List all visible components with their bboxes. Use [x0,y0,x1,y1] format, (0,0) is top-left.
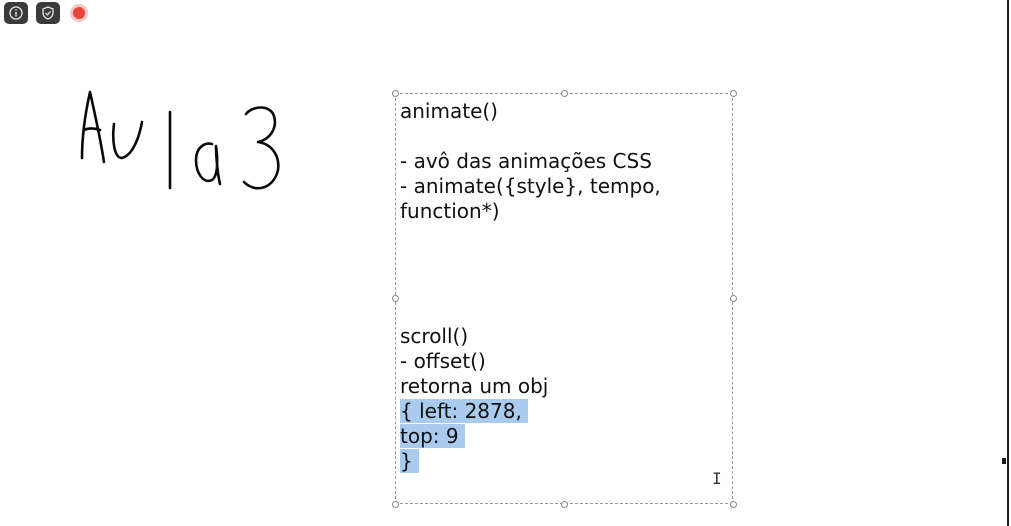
selection-highlight: top: 9 [400,424,465,448]
resize-handle-top-right[interactable] [730,90,737,97]
window-edge-tick [1002,458,1006,464]
text-line: retorna um obj [400,374,549,398]
text-line: - avô das animações CSS [400,149,652,173]
text-line: scroll() [400,324,469,348]
selected-text-line: top: 9 [400,424,465,449]
resize-handle-bottom[interactable] [561,501,568,508]
info-icon[interactable] [4,2,28,24]
resize-handle-top[interactable] [561,90,568,97]
selected-text-line: { left: 2878, [400,399,528,424]
handwritten-title: Aula 3 [74,84,290,200]
resize-handle-bottom-left[interactable] [392,501,399,508]
top-toolbar [4,2,90,24]
record-icon[interactable] [68,2,90,24]
resize-handle-left[interactable] [392,295,399,302]
selection-highlight: { left: 2878, [400,399,528,423]
text-line: - offset() [400,349,486,373]
text-line: - animate({style}, tempo, [400,174,661,198]
selected-text-line: } [400,449,419,474]
text-box[interactable]: animate() - avô das animações CSS - anim… [392,90,737,508]
selection-highlight: } [400,449,419,473]
shield-icon[interactable] [36,2,60,24]
window-edge [1007,0,1009,526]
text-cursor-icon: I [712,469,722,488]
resize-handle-right[interactable] [730,295,737,302]
text-line: function*) [400,199,500,223]
text-line: animate() [400,99,498,123]
resize-handle-top-left[interactable] [392,90,399,97]
resize-handle-bottom-right[interactable] [730,501,737,508]
